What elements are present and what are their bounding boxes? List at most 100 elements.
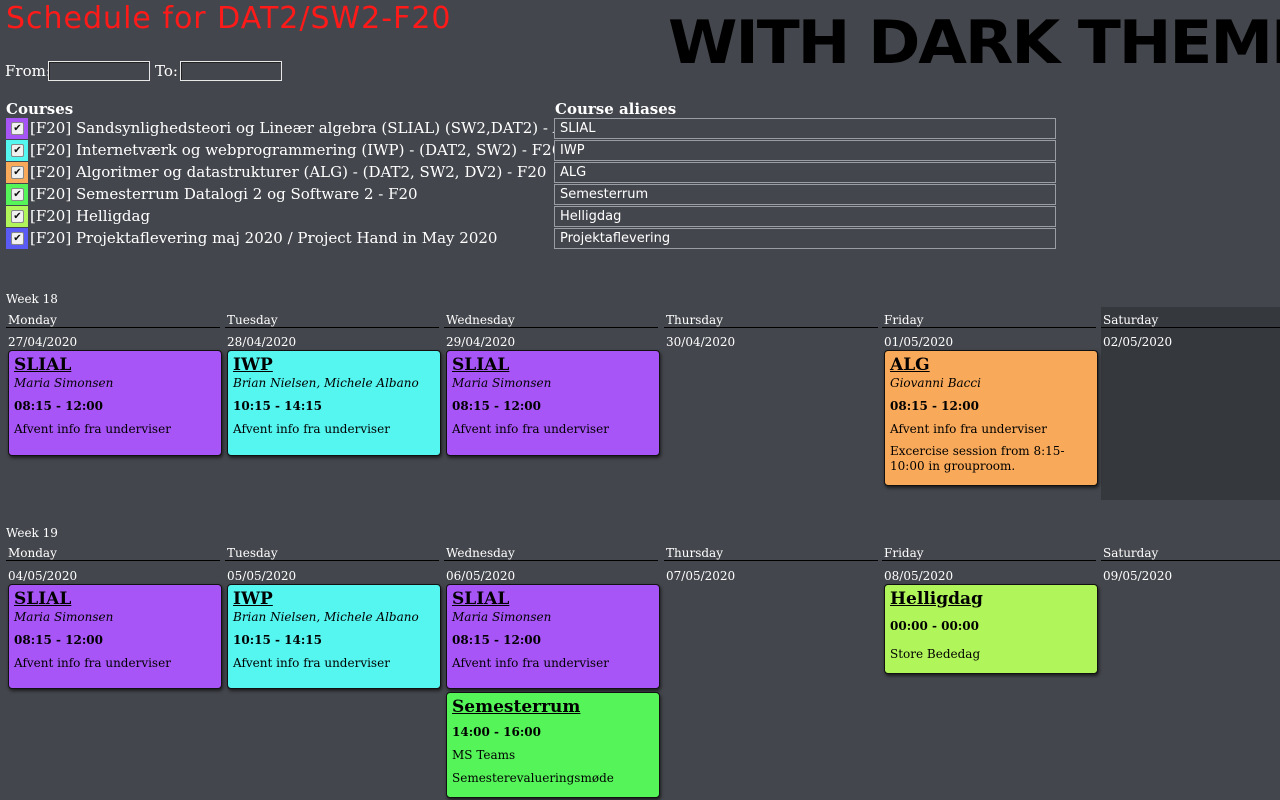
day-header: Friday (882, 546, 1096, 561)
event-card[interactable]: Semesterrum 14:00 - 16:00 MS Teams Semes… (446, 692, 660, 798)
event-note: Afvent info fra underviser (233, 422, 390, 436)
day-header: Monday (6, 313, 220, 328)
day-header: Saturday (1101, 313, 1280, 328)
course-name: [F20] Helligdag (30, 207, 151, 225)
day-header: Saturday (1101, 546, 1280, 561)
dark-theme-banner: WITH DARK THEME (668, 8, 1280, 78)
course-row: ✔ [F20] Semesterrum Datalogi 2 og Softwa… (6, 184, 1058, 206)
event-card[interactable]: ALG Giovanni Bacci 08:15 - 12:00 Afvent … (884, 350, 1098, 486)
day-date: 09/05/2020 (1103, 569, 1173, 583)
event-title[interactable]: Semesterrum (452, 697, 654, 717)
event-time: 00:00 - 00:00 (890, 619, 979, 633)
aliases-column-header: Course aliases (555, 100, 677, 118)
course-row: ✔ [F20] Internetværk og webprogrammering… (6, 140, 1058, 162)
event-title[interactable]: IWP (233, 589, 435, 609)
event-title[interactable]: ALG (890, 355, 1092, 375)
event-title[interactable]: SLIAL (14, 355, 216, 375)
day-header: Tuesday (225, 313, 439, 328)
event-note: Afvent info fra underviser (890, 422, 1047, 436)
page-title: Schedule for DAT2/SW2-F20 (6, 1, 452, 36)
day-date: 27/04/2020 (8, 335, 78, 349)
course-checkbox[interactable]: ✔ (11, 166, 24, 179)
course-alias-field[interactable]: Projektaflevering (554, 228, 1056, 249)
event-note: Afvent info fra underviser (452, 656, 609, 670)
course-row: ✔ [F20] Helligdag Helligdag (6, 206, 1058, 228)
course-alias-field[interactable]: ALG (554, 162, 1056, 183)
event-title[interactable]: SLIAL (14, 589, 216, 609)
event-time: 14:00 - 16:00 (452, 725, 541, 739)
course-alias-field[interactable]: Helligdag (554, 206, 1056, 227)
day-header: Friday (882, 313, 1096, 328)
event-card[interactable]: Helligdag 00:00 - 00:00 Store Bededag (884, 584, 1098, 674)
event-title[interactable]: SLIAL (452, 589, 654, 609)
day-date: 02/05/2020 (1103, 335, 1173, 349)
from-label: From: (5, 62, 51, 80)
day-header: Monday (6, 546, 220, 561)
day-date: 06/05/2020 (446, 569, 516, 583)
course-name: [F20] Projektaflevering maj 2020 / Proje… (30, 229, 498, 247)
event-teacher: Maria Simonsen (14, 376, 114, 390)
event-teacher: Maria Simonsen (14, 610, 114, 624)
course-checkbox[interactable]: ✔ (11, 210, 24, 223)
event-note: Store Bededag (890, 647, 981, 661)
event-time: 08:15 - 12:00 (452, 399, 541, 413)
event-title[interactable]: IWP (233, 355, 435, 375)
to-label: To: (155, 62, 178, 80)
course-color-swatch: ✔ (6, 228, 28, 249)
course-color-swatch: ✔ (6, 162, 28, 183)
course-name: [F20] Algoritmer og datastrukturer (ALG)… (30, 163, 547, 181)
event-card[interactable]: IWP Brian Nielsen, Michele Albano 10:15 … (227, 350, 441, 456)
event-title[interactable]: SLIAL (452, 355, 654, 375)
course-alias-field[interactable]: SLIAL (554, 118, 1056, 139)
event-time: 08:15 - 12:00 (14, 633, 103, 647)
event-note: Excercise session from 8:15-10:00 in gro… (890, 444, 1065, 473)
event-teacher: Giovanni Bacci (890, 376, 981, 390)
event-title[interactable]: Helligdag (890, 589, 1092, 609)
course-color-swatch: ✔ (6, 140, 28, 161)
event-teacher: Brian Nielsen, Michele Albano (233, 376, 419, 390)
week-label: Week 18 (6, 292, 58, 306)
event-time: 10:15 - 14:15 (233, 633, 322, 647)
event-note: Afvent info fra underviser (14, 656, 171, 670)
day-date: 01/05/2020 (884, 335, 954, 349)
event-card[interactable]: SLIAL Maria Simonsen 08:15 - 12:00 Afven… (8, 584, 222, 689)
course-checkbox[interactable]: ✔ (11, 188, 24, 201)
event-note: Afvent info fra underviser (14, 422, 171, 436)
course-checkbox[interactable]: ✔ (11, 232, 24, 245)
event-time: 08:15 - 12:00 (452, 633, 541, 647)
event-teacher: Maria Simonsen (452, 376, 552, 390)
week-label: Week 19 (6, 526, 58, 540)
event-card[interactable]: SLIAL Maria Simonsen 08:15 - 12:00 Afven… (446, 584, 660, 689)
course-name: [F20] Semesterrum Datalogi 2 og Software… (30, 185, 418, 203)
to-date-input[interactable] (180, 61, 282, 81)
day-date: 05/05/2020 (227, 569, 297, 583)
course-color-swatch: ✔ (6, 206, 28, 227)
day-date: 29/04/2020 (446, 335, 516, 349)
day-header: Thursday (664, 313, 878, 328)
course-name: [F20] Sandsynlighedsteori og Lineær alge… (30, 119, 554, 137)
course-color-swatch: ✔ (6, 184, 28, 205)
courses-column-header: Courses (6, 100, 74, 118)
event-card[interactable]: SLIAL Maria Simonsen 08:15 - 12:00 Afven… (446, 350, 660, 456)
course-row: ✔ [F20] Sandsynlighedsteori og Lineær al… (6, 118, 1058, 140)
event-time: 08:15 - 12:00 (14, 399, 103, 413)
event-card[interactable]: SLIAL Maria Simonsen 08:15 - 12:00 Afven… (8, 350, 222, 456)
day-header: Tuesday (225, 546, 439, 561)
event-note: Semesterevalueringsmøde (452, 771, 614, 785)
course-checkbox[interactable]: ✔ (11, 144, 24, 157)
event-note: Afvent info fra underviser (452, 422, 609, 436)
event-card[interactable]: IWP Brian Nielsen, Michele Albano 10:15 … (227, 584, 441, 689)
day-header: Thursday (664, 546, 878, 561)
course-color-swatch: ✔ (6, 118, 28, 139)
from-date-input[interactable] (48, 61, 150, 81)
event-teacher: Brian Nielsen, Michele Albano (233, 610, 419, 624)
course-alias-field[interactable]: IWP (554, 140, 1056, 161)
day-date: 30/04/2020 (666, 335, 736, 349)
day-date: 07/05/2020 (666, 569, 736, 583)
course-row: ✔ [F20] Algoritmer og datastrukturer (AL… (6, 162, 1058, 184)
event-time: 10:15 - 14:15 (233, 399, 322, 413)
course-alias-field[interactable]: Semesterrum (554, 184, 1056, 205)
day-date: 08/05/2020 (884, 569, 954, 583)
course-checkbox[interactable]: ✔ (11, 122, 24, 135)
event-time: 08:15 - 12:00 (890, 399, 979, 413)
